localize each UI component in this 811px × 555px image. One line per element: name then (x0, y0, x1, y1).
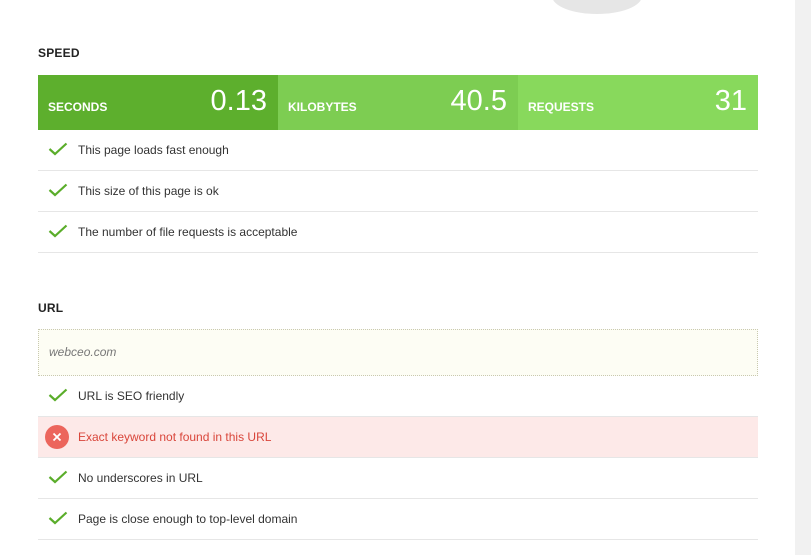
url-check-text: No underscores in URL (78, 471, 203, 485)
report-panel: SPEED SECONDS 0.13 KILOBYTES 40.5 REQUES… (0, 0, 795, 555)
metric-requests: REQUESTS 31 (518, 75, 758, 130)
avatar-decoration (552, 0, 642, 14)
url-display: webceo.com (38, 329, 758, 376)
metric-requests-label: REQUESTS (528, 100, 595, 114)
url-check-text: URL is SEO friendly (78, 389, 185, 403)
url-check-row-fail: Exact keyword not found in this URL (38, 417, 758, 458)
speed-check-text: The number of file requests is acceptabl… (78, 225, 298, 239)
metric-requests-value: 31 (714, 85, 747, 117)
url-check-text: Page is close enough to top-level domain (78, 512, 298, 526)
metric-kilobytes-value: 40.5 (450, 85, 507, 117)
speed-check-row: The number of file requests is acceptabl… (38, 212, 758, 253)
speed-check-text: This page loads fast enough (78, 143, 229, 157)
check-icon (48, 183, 68, 197)
check-icon (48, 470, 68, 484)
speed-check-row: This page loads fast enough (38, 130, 758, 171)
url-value: webceo.com (49, 345, 117, 359)
check-icon (48, 388, 68, 402)
metric-kilobytes-label: KILOBYTES (288, 100, 357, 114)
speed-check-row: This size of this page is ok (38, 171, 758, 212)
error-x-icon (45, 425, 69, 449)
check-icon (48, 511, 68, 525)
speed-check-text: This size of this page is ok (78, 184, 219, 198)
speed-section-title: SPEED (38, 46, 80, 60)
metric-kilobytes: KILOBYTES 40.5 (278, 75, 518, 130)
url-check-row: Page is close enough to top-level domain (38, 499, 758, 540)
speed-metrics: SECONDS 0.13 KILOBYTES 40.5 REQUESTS 31 (38, 75, 758, 130)
metric-seconds-value: 0.13 (210, 85, 267, 117)
url-section-title: URL (38, 301, 64, 315)
speed-checks-list: This page loads fast enough This size of… (38, 130, 758, 253)
check-icon (48, 142, 68, 156)
metric-seconds: SECONDS 0.13 (38, 75, 278, 130)
url-check-row: URL is SEO friendly (38, 376, 758, 417)
url-checks-list: URL is SEO friendly Exact keyword not fo… (38, 376, 758, 540)
url-check-text: Exact keyword not found in this URL (78, 430, 272, 444)
check-icon (48, 224, 68, 238)
url-check-row: No underscores in URL (38, 458, 758, 499)
metric-seconds-label: SECONDS (48, 100, 108, 114)
